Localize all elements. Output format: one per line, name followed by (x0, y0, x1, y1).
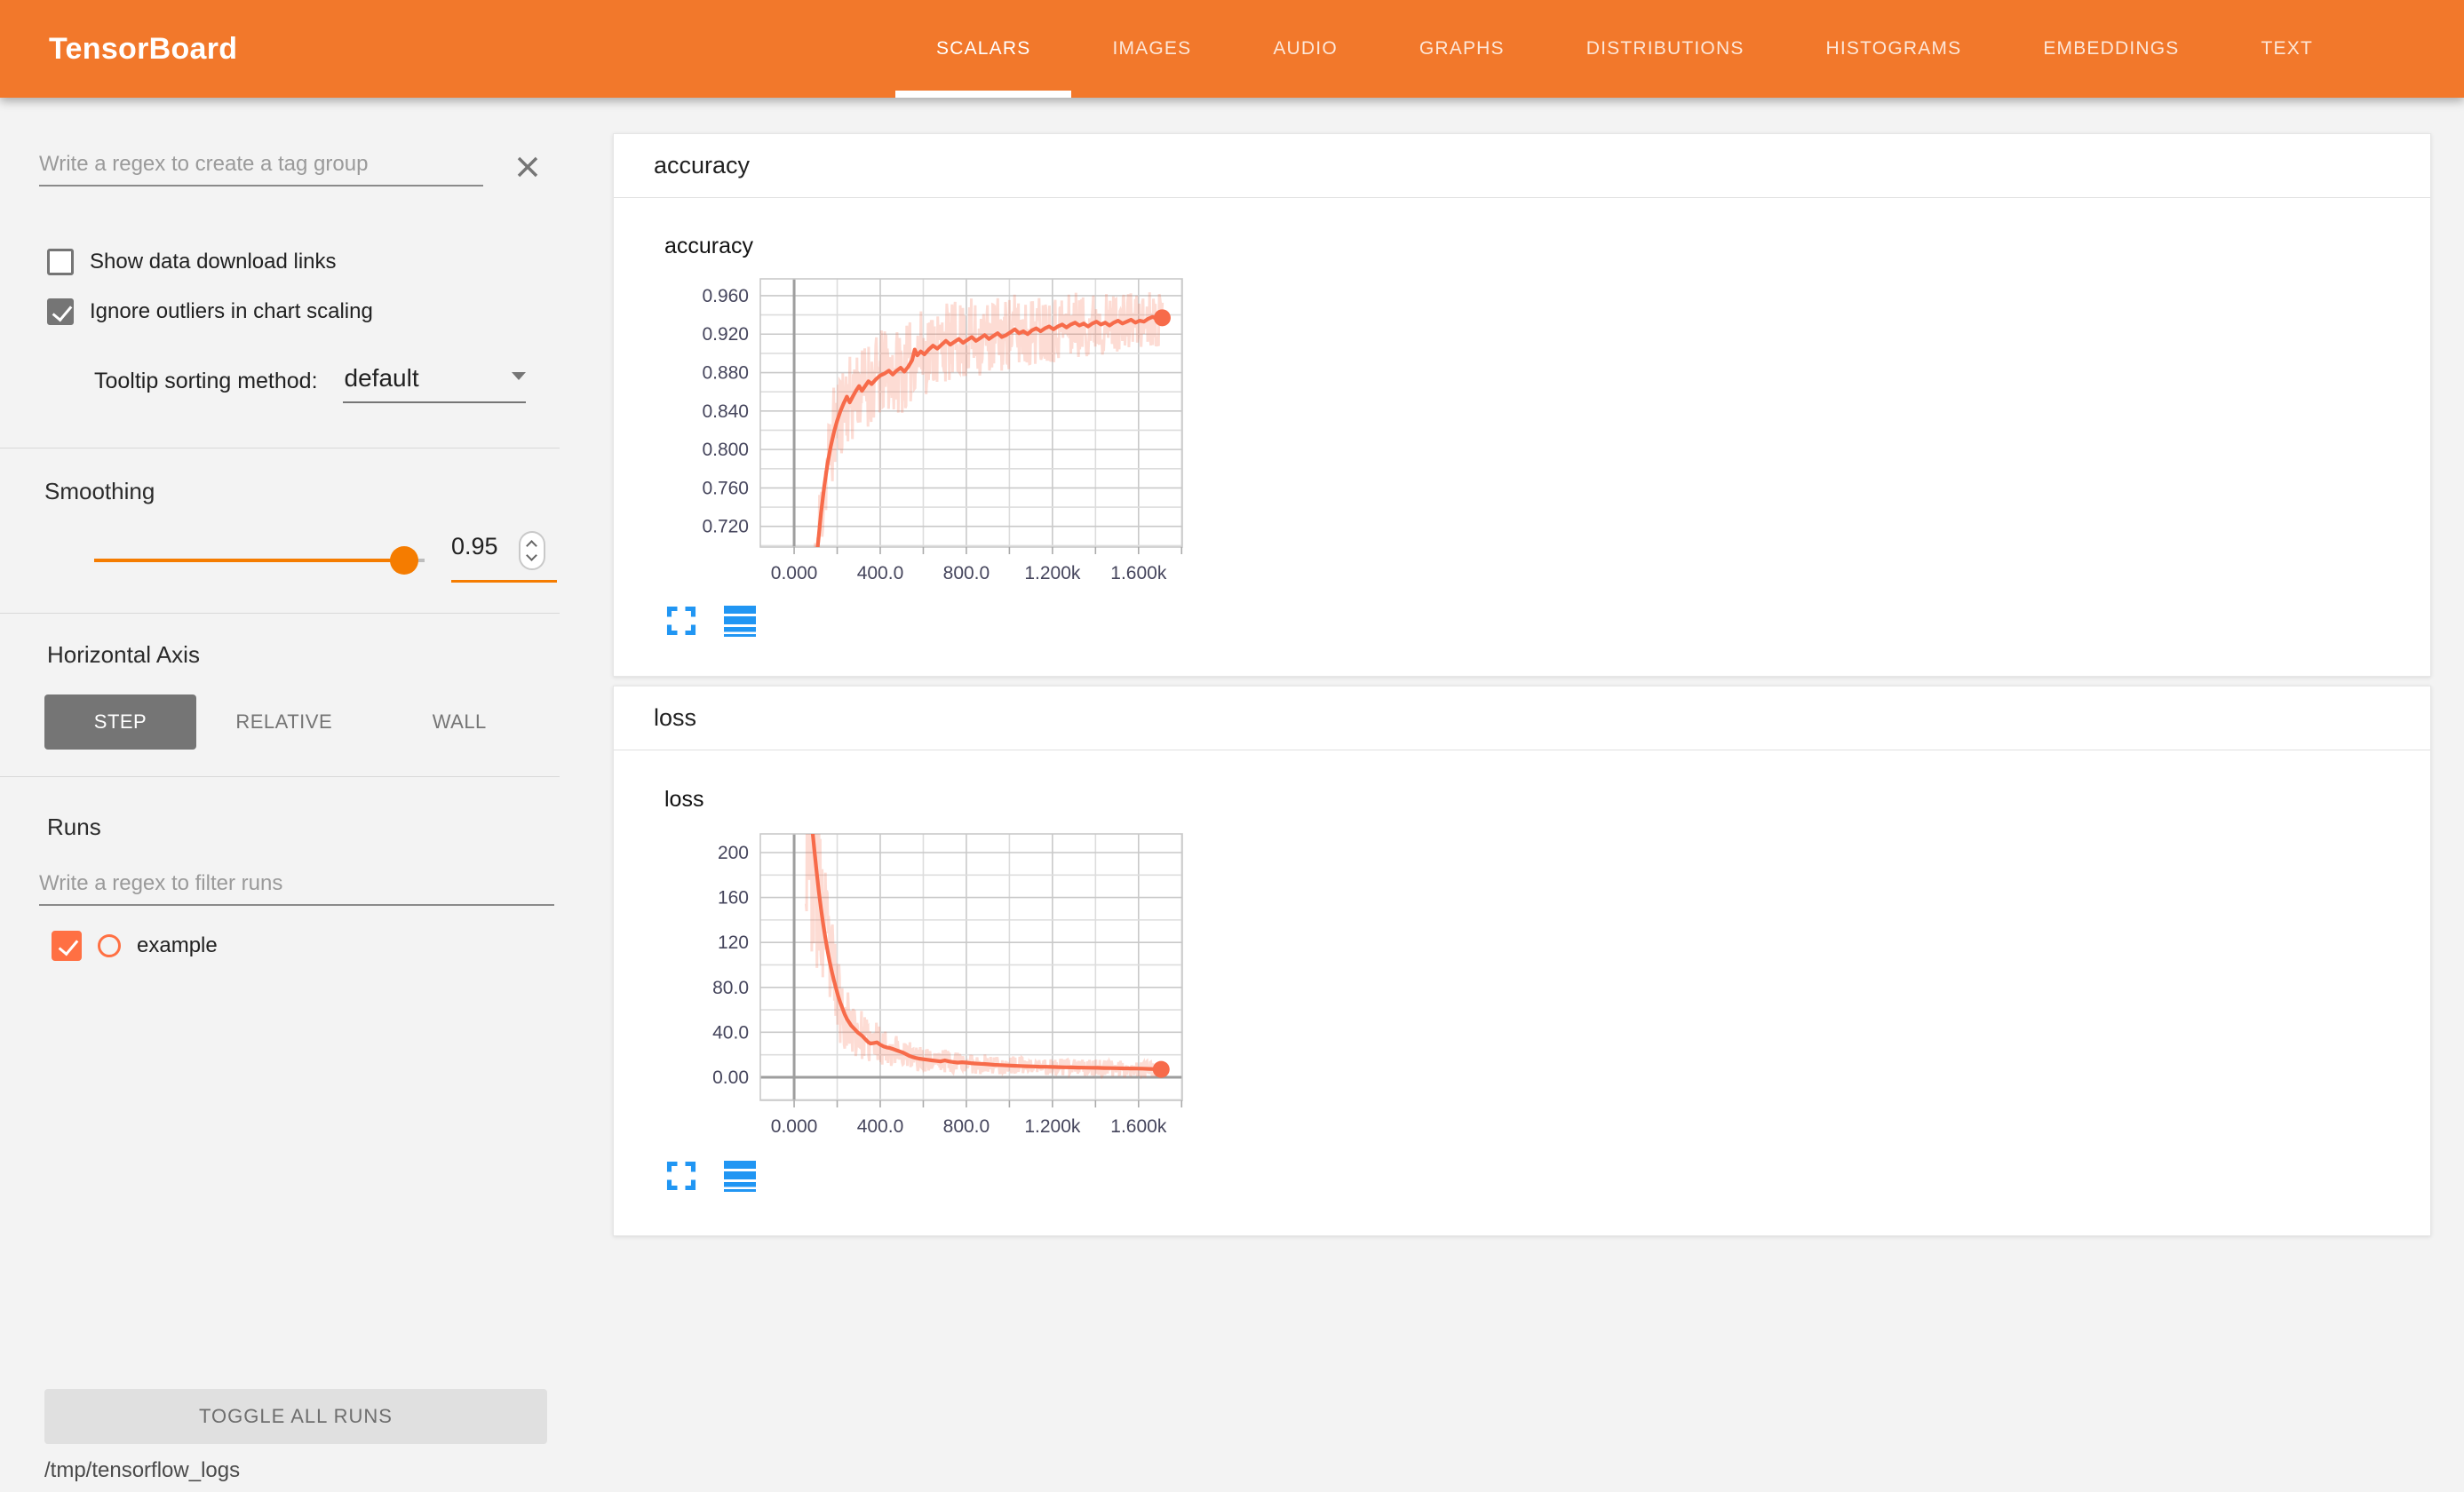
svg-text:0.720: 0.720 (702, 517, 749, 537)
tag-filter-input[interactable] (39, 144, 483, 186)
tab-distributions[interactable]: DISTRIBUTIONS (1546, 0, 1785, 98)
spinner-down-icon[interactable] (526, 550, 537, 561)
accuracy-group-title: accuracy (654, 152, 750, 179)
tab-embeddings[interactable]: EMBEDDINGS (2002, 0, 2220, 98)
ignore-outliers-checkbox[interactable] (47, 298, 74, 325)
svg-text:1.200k: 1.200k (1024, 1116, 1081, 1137)
run-filter-input[interactable] (39, 863, 554, 906)
smoothing-value-underline (451, 580, 557, 583)
nav-tabs: SCALARS IMAGES AUDIO GRAPHS DISTRIBUTION… (895, 0, 2354, 98)
ignore-outliers-label: Ignore outliers in chart scaling (90, 299, 373, 324)
horizontal-axis-buttons: STEP RELATIVE WALL (44, 694, 547, 750)
smoothing-value[interactable]: 0.95 (451, 533, 519, 560)
number-spinner[interactable] (519, 531, 545, 570)
run-item-example[interactable]: example (52, 931, 218, 961)
svg-text:0.840: 0.840 (702, 401, 749, 422)
tooltip-sorting-row: Tooltip sorting method: default (94, 364, 526, 403)
loss-line-chart[interactable]: 0.000 400.0 800.0 1.200k 1.600k 0.00 40.0 80.0 1… (623, 819, 1244, 1165)
tab-audio[interactable]: AUDIO (1232, 0, 1379, 98)
svg-text:0.760: 0.760 (702, 478, 749, 498)
show-download-links-row[interactable]: Show data download links (47, 249, 337, 275)
svg-text:120: 120 (718, 932, 749, 953)
divider (0, 613, 560, 614)
axis-relative-button[interactable]: RELATIVE (196, 694, 372, 750)
slider-fill (94, 559, 404, 562)
svg-text:160: 160 (718, 888, 749, 909)
svg-text:400.0: 400.0 (857, 1116, 904, 1137)
svg-text:800.0: 800.0 (943, 563, 990, 583)
svg-text:1.600k: 1.600k (1110, 563, 1167, 583)
settings-sidebar: Show data download links Ignore outliers… (0, 98, 583, 1492)
svg-text:0.800: 0.800 (702, 440, 749, 460)
toggle-all-runs-button[interactable]: TOGGLE ALL RUNS (44, 1389, 547, 1444)
svg-text:0.000: 0.000 (771, 563, 818, 583)
run-checkbox[interactable] (52, 931, 82, 961)
loss-group-card: loss loss 0.000400.0800.01.200k1.600k0.0… (613, 686, 2431, 1236)
loss-chart-title: loss (664, 787, 703, 813)
accuracy-group-header[interactable]: accuracy (614, 134, 2430, 198)
axis-wall-button[interactable]: WALL (372, 694, 548, 750)
svg-text:800.0: 800.0 (943, 1116, 990, 1137)
accuracy-group-card: accuracy accuracy 0.000 400.0 800.0 1.200k 1… (613, 133, 2431, 677)
close-icon[interactable] (513, 153, 542, 181)
svg-text:40.0: 40.0 (712, 1022, 749, 1043)
run-name: example (137, 933, 218, 958)
log-directory-path: /tmp/tensorflow_logs (44, 1458, 240, 1483)
chevron-down-icon (512, 372, 526, 380)
tab-text[interactable]: TEXT (2221, 0, 2354, 98)
accuracy-chart-title: accuracy (664, 234, 753, 259)
tab-graphs[interactable]: GRAPHS (1379, 0, 1546, 98)
svg-text:0.920: 0.920 (702, 324, 749, 345)
tab-histograms[interactable]: HISTOGRAMS (1785, 0, 2003, 98)
loss-group-header[interactable]: loss (614, 686, 2430, 750)
show-download-links-checkbox[interactable] (47, 249, 74, 275)
axis-step-button[interactable]: STEP (44, 694, 196, 750)
show-download-links-label: Show data download links (90, 250, 337, 274)
svg-text:0.00: 0.00 (712, 1067, 749, 1088)
app-logo: TensorBoard (49, 0, 237, 98)
expand-chart-icon[interactable] (665, 605, 697, 637)
smoothing-value-box: 0.95 (451, 531, 558, 570)
svg-text:80.0: 80.0 (712, 978, 749, 998)
svg-text:1.600k: 1.600k (1110, 1116, 1167, 1137)
loss-group-title: loss (654, 704, 696, 732)
expand-chart-icon[interactable] (665, 1160, 697, 1192)
tooltip-sorting-value: default (345, 364, 419, 393)
ignore-outliers-row[interactable]: Ignore outliers in chart scaling (47, 298, 373, 325)
runs-label: Runs (47, 813, 101, 841)
horizontal-axis-label: Horizontal Axis (47, 641, 200, 669)
run-color-swatch[interactable] (98, 934, 121, 957)
runs-table-icon[interactable] (724, 605, 756, 637)
divider (0, 776, 560, 777)
svg-text:200: 200 (718, 843, 749, 863)
svg-text:1.200k: 1.200k (1024, 563, 1081, 583)
tab-scalars[interactable]: SCALARS (895, 0, 1071, 98)
tooltip-sorting-label: Tooltip sorting method: (94, 369, 318, 403)
tensorboard-app: TensorBoard SCALARS IMAGES AUDIO GRAPHS … (0, 0, 2464, 1492)
tab-images[interactable]: IMAGES (1071, 0, 1232, 98)
top-bar: TensorBoard SCALARS IMAGES AUDIO GRAPHS … (0, 0, 2464, 98)
loss-chart-actions (665, 1160, 756, 1192)
tooltip-sorting-dropdown[interactable]: default (343, 364, 526, 403)
runs-table-icon[interactable] (724, 1160, 756, 1192)
accuracy-chart-actions (665, 605, 756, 637)
svg-text:0.000: 0.000 (771, 1116, 818, 1137)
accuracy-line-chart[interactable]: 0.000 400.0 800.0 1.200k 1.600k 0.720 0.760 0.8… (623, 264, 1244, 610)
slider-knob[interactable] (390, 546, 418, 575)
svg-text:0.880: 0.880 (702, 363, 749, 384)
smoothing-label: Smoothing (44, 478, 155, 505)
svg-text:400.0: 400.0 (857, 563, 904, 583)
smoothing-slider[interactable] (94, 546, 425, 575)
svg-text:0.960: 0.960 (702, 286, 749, 306)
